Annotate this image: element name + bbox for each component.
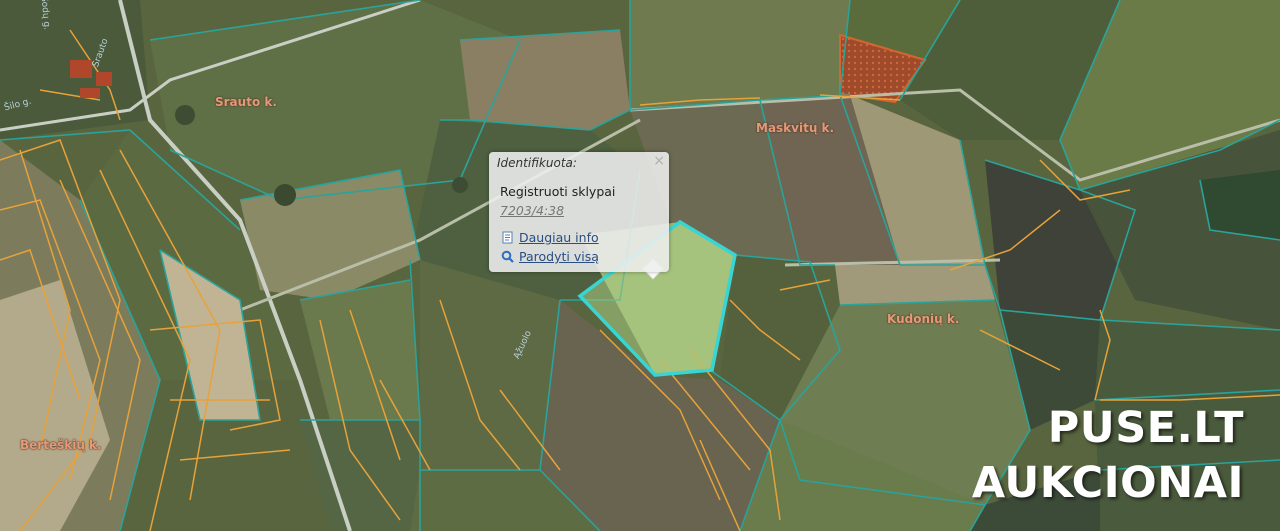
parcel-id-link[interactable]: 7203/4:38	[500, 203, 564, 218]
document-icon	[502, 231, 513, 244]
close-icon[interactable]: ×	[653, 153, 665, 169]
place-label-maskvitu: Maskvitų k.	[756, 121, 835, 135]
popup-heading: Identifikuota:	[497, 156, 577, 170]
place-label-srauto: Srauto k.	[215, 95, 277, 109]
place-label-berteskiu: Berteškių k.	[20, 438, 102, 452]
watermark-line-1: PUSE.LT	[1047, 403, 1244, 453]
more-info-link[interactable]: Daugiau info	[501, 230, 599, 245]
layer-name: Registruoti sklypai	[500, 184, 616, 199]
show-all-label: Parodyti visą	[519, 249, 599, 264]
identify-popup: Identifikuota: × Registruoti sklypai 720…	[489, 152, 669, 272]
show-all-link[interactable]: Parodyti visą	[501, 249, 599, 264]
more-info-label: Daugiau info	[519, 230, 599, 245]
magnifier-icon	[501, 250, 514, 263]
place-label-kudoniu: Kudonių k.	[887, 312, 960, 326]
watermark-line-2: AUKCIONAI	[971, 458, 1244, 508]
map-view[interactable]: Srauto k. Maskvitų k. Kudonių k. Bertešk…	[0, 0, 1280, 531]
